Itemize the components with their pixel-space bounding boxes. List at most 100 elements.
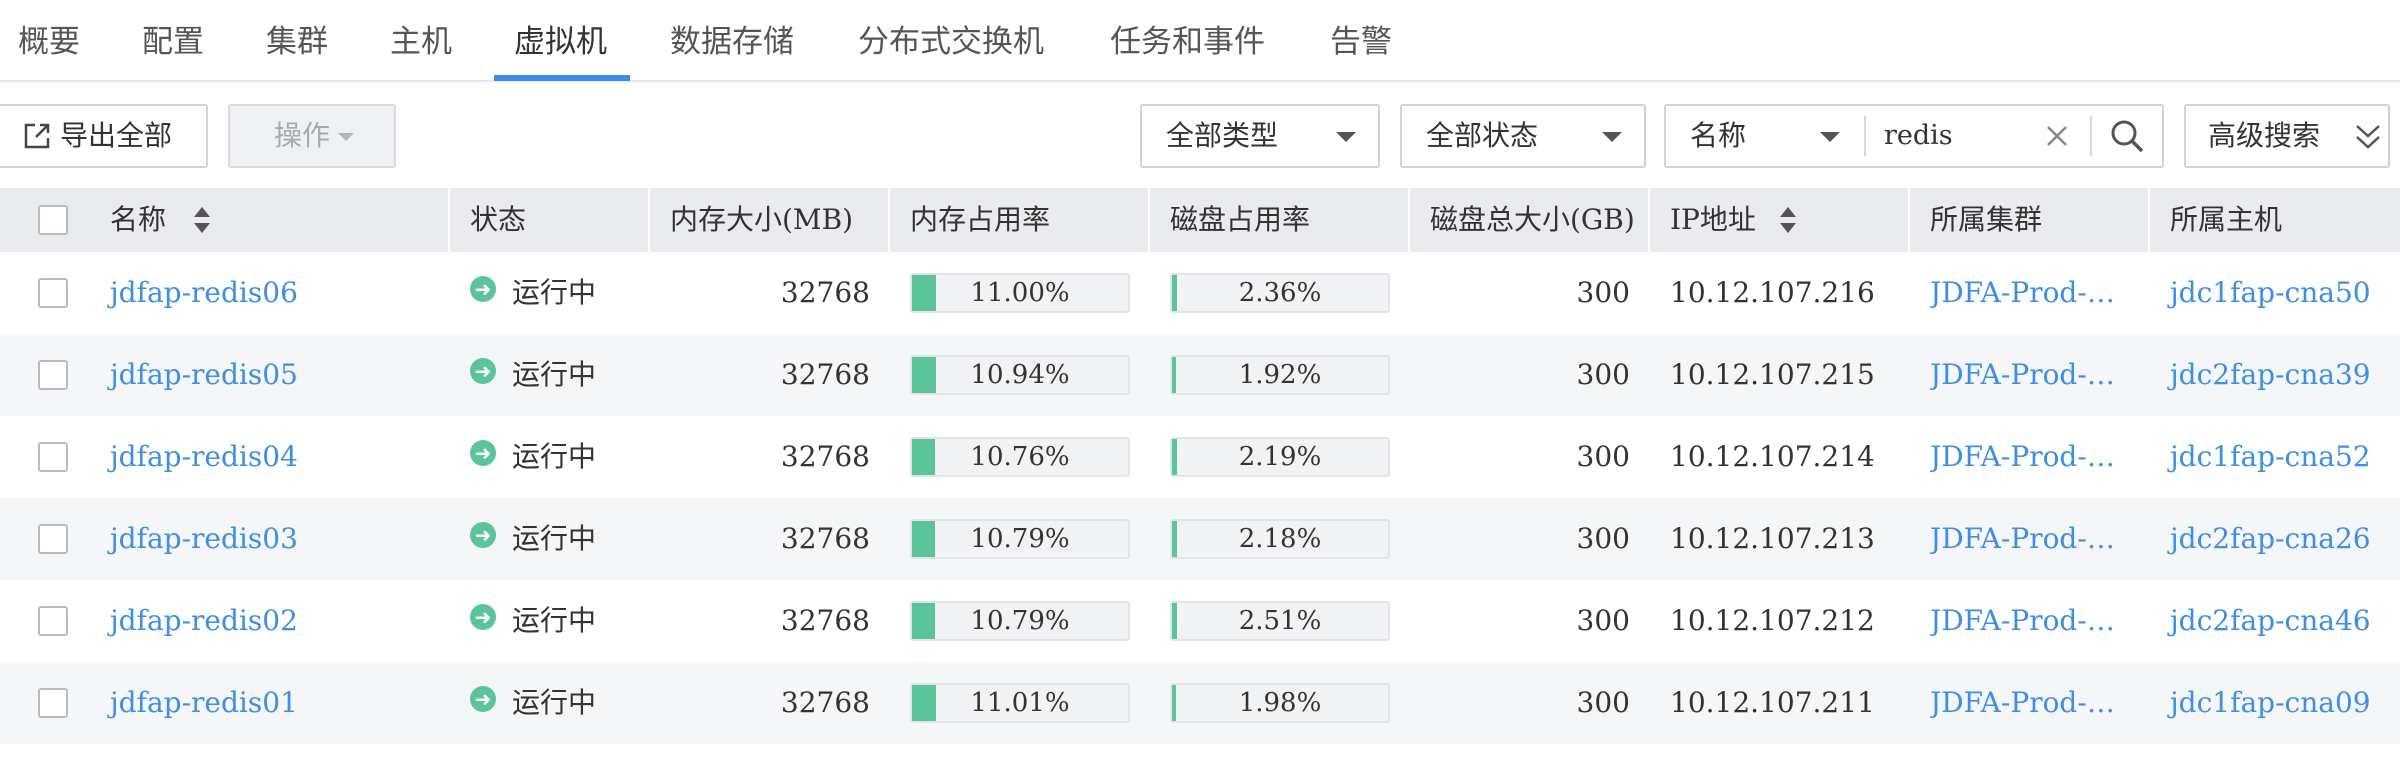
memory-usage-bar: 10.94% <box>910 355 1130 395</box>
table-row[interactable]: jdfap-redis04 ➜ 运行中 32768 10.76% 2.19% 300 10.1… <box>0 416 2400 498</box>
row-checkbox[interactable] <box>38 524 68 554</box>
table-header: 名称 状态 内存大小(MB) 内存占用率 磁盘占用率 磁盘总大小(GB) IP地… <box>0 188 2400 252</box>
host-link[interactable]: jdc1fap-cna50 <box>2170 252 2371 334</box>
sort-icon[interactable] <box>194 207 210 233</box>
tab-vms[interactable]: 虚拟机 <box>514 0 607 82</box>
chevron-down-icon <box>338 133 354 141</box>
host-link[interactable]: jdc1fap-cna09 <box>2170 662 2371 744</box>
memory-size: 32768 <box>780 358 870 391</box>
ip-address: 10.12.107.216 <box>1670 276 1875 309</box>
running-status-icon: ➜ <box>470 358 496 384</box>
column-divider <box>1148 188 1150 252</box>
search-icon[interactable] <box>2110 119 2144 153</box>
column-divider <box>448 188 450 252</box>
cluster-link[interactable]: JDFA-Prod-Cl… <box>1930 498 2130 580</box>
column-header-cluster: 所属集群 <box>1930 203 2043 236</box>
host-link[interactable]: jdc2fap-cna46 <box>2170 580 2371 662</box>
sort-icon[interactable] <box>1780 207 1796 233</box>
tab-distributed-switches[interactable]: 分布式交换机 <box>858 0 1044 82</box>
host-link[interactable]: jdc1fap-cna52 <box>2170 416 2371 498</box>
memory-usage-bar: 11.01% <box>910 683 1130 723</box>
disk-total-size: 300 <box>1576 522 1630 555</box>
row-checkbox[interactable] <box>38 688 68 718</box>
row-checkbox[interactable] <box>38 360 68 390</box>
vm-name-link[interactable]: jdfap-redis04 <box>110 416 298 498</box>
memory-usage-value: 10.79% <box>970 606 1070 636</box>
table-row[interactable]: jdfap-redis05 ➜ 运行中 32768 10.94% 1.92% 300 10.1… <box>0 334 2400 416</box>
disk-usage-bar: 2.18% <box>1170 519 1390 559</box>
vm-name-link[interactable]: jdfap-redis01 <box>110 662 298 744</box>
memory-usage-value: 10.79% <box>970 524 1070 554</box>
disk-usage-value: 2.18% <box>1238 524 1322 554</box>
running-status-icon: ➜ <box>470 604 496 630</box>
memory-size: 32768 <box>780 522 870 555</box>
disk-usage-bar: 1.92% <box>1170 355 1390 395</box>
running-status-icon: ➜ <box>470 522 496 548</box>
cluster-link[interactable]: JDFA-Prod-Cl… <box>1930 580 2130 662</box>
table-row[interactable]: jdfap-redis01 ➜ 运行中 32768 11.01% 1.98% 300 10.1… <box>0 662 2400 744</box>
search-input[interactable]: redis <box>1884 106 1953 166</box>
host-link[interactable]: jdc2fap-cna26 <box>2170 498 2371 580</box>
row-checkbox[interactable] <box>38 278 68 308</box>
search-field-select[interactable]: 名称 <box>1690 106 1746 166</box>
tab-clusters[interactable]: 集群 <box>266 0 328 82</box>
status-label: 运行中 <box>512 358 597 391</box>
memory-size: 32768 <box>780 276 870 309</box>
column-header-memory-size: 内存大小(MB) <box>670 203 854 236</box>
memory-usage-value: 10.94% <box>970 360 1070 390</box>
running-status-icon: ➜ <box>470 440 496 466</box>
ip-address: 10.12.107.212 <box>1670 604 1875 637</box>
vm-name-link[interactable]: jdfap-redis02 <box>110 580 298 662</box>
disk-total-size: 300 <box>1576 604 1630 637</box>
select-all-checkbox[interactable] <box>38 205 68 235</box>
tab-tasks-events[interactable]: 任务和事件 <box>1110 0 1265 82</box>
column-header-disk-usage: 磁盘占用率 <box>1170 203 1311 236</box>
disk-usage-bar: 2.36% <box>1170 273 1390 313</box>
tab-config[interactable]: 配置 <box>142 0 204 82</box>
memory-usage-value: 10.76% <box>970 442 1070 472</box>
advanced-search-button[interactable]: 高级搜索 <box>2184 104 2390 168</box>
ip-address: 10.12.107.213 <box>1670 522 1875 555</box>
operation-button[interactable]: 操作 <box>228 104 396 168</box>
column-header-ip[interactable]: IP地址 <box>1670 188 1756 252</box>
disk-total-size: 300 <box>1576 686 1630 719</box>
type-filter-select[interactable]: 全部类型 <box>1140 104 1380 168</box>
memory-usage-bar: 11.00% <box>910 273 1130 313</box>
memory-size: 32768 <box>780 686 870 719</box>
column-header-name[interactable]: 名称 <box>110 188 166 252</box>
disk-total-size: 300 <box>1576 440 1630 473</box>
tab-overview[interactable]: 概要 <box>18 0 80 82</box>
cluster-link[interactable]: JDFA-Prod-Cl… <box>1930 416 2130 498</box>
chevron-down-icon[interactable] <box>1820 132 1840 142</box>
memory-usage-value: 11.01% <box>970 688 1070 718</box>
disk-usage-value: 1.98% <box>1238 688 1322 718</box>
tab-alarms[interactable]: 告警 <box>1330 0 1392 82</box>
table-row[interactable]: jdfap-redis06 ➜ 运行中 32768 11.00% 2.36% 300 10.1… <box>0 252 2400 334</box>
clear-icon[interactable] <box>2046 125 2068 147</box>
host-link[interactable]: jdc2fap-cna39 <box>2170 334 2371 416</box>
status-filter-value: 全部状态 <box>1426 119 1539 152</box>
row-checkbox[interactable] <box>38 442 68 472</box>
row-checkbox[interactable] <box>38 606 68 636</box>
top-nav: 概要 配置 集群 主机 虚拟机 数据存储 分布式交换机 任务和事件 告警 <box>0 0 2400 82</box>
memory-usage-value: 11.00% <box>970 278 1070 308</box>
vm-name-link[interactable]: jdfap-redis06 <box>110 252 298 334</box>
cluster-link[interactable]: JDFA-Prod-Cl… <box>1930 252 2130 334</box>
column-header-memory-usage: 内存占用率 <box>910 203 1051 236</box>
cluster-link[interactable]: JDFA-Prod-Cl… <box>1930 334 2130 416</box>
status-label: 运行中 <box>512 604 597 637</box>
export-all-button[interactable]: 导出全部 <box>0 104 208 168</box>
table-row[interactable]: jdfap-redis02 ➜ 运行中 32768 10.79% 2.51% 300 10.1… <box>0 580 2400 662</box>
column-divider <box>888 188 890 252</box>
vm-name-link[interactable]: jdfap-redis03 <box>110 498 298 580</box>
table-row[interactable]: jdfap-redis03 ➜ 运行中 32768 10.79% 2.18% 300 10.1… <box>0 498 2400 580</box>
tab-datastores[interactable]: 数据存储 <box>670 0 794 82</box>
tab-hosts[interactable]: 主机 <box>390 0 452 82</box>
advanced-search-label: 高级搜索 <box>2208 119 2321 152</box>
column-divider <box>2148 188 2150 252</box>
cluster-link[interactable]: JDFA-Prod-Cl… <box>1930 662 2130 744</box>
status-filter-select[interactable]: 全部状态 <box>1400 104 1646 168</box>
divider <box>1864 116 1866 156</box>
vm-name-link[interactable]: jdfap-redis05 <box>110 334 298 416</box>
memory-size: 32768 <box>780 604 870 637</box>
